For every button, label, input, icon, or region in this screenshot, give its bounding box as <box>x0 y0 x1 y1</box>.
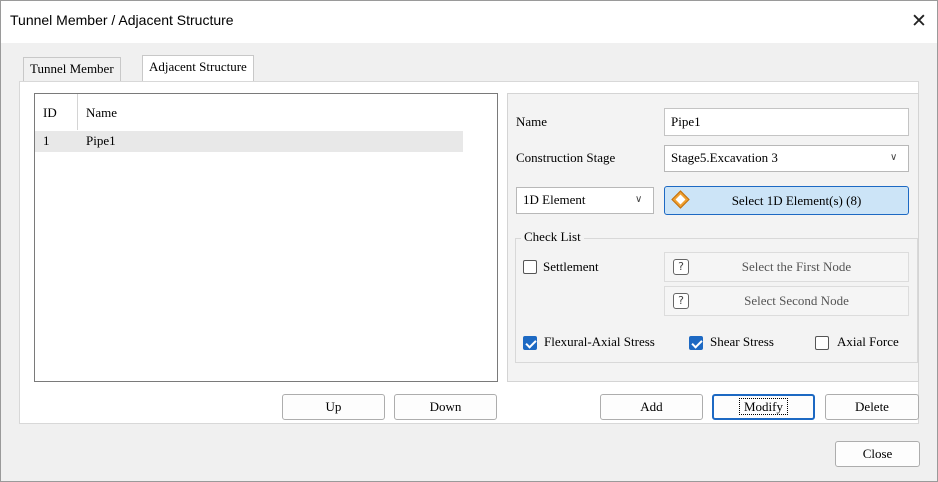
delete-button[interactable]: Delete <box>825 394 919 420</box>
shear-stress-label[interactable]: Shear Stress <box>710 334 774 350</box>
axial-force-checkbox[interactable] <box>815 336 829 350</box>
axial-force-label[interactable]: Axial Force <box>837 334 899 350</box>
select-second-node-button[interactable]: ? Select Second Node <box>664 286 909 316</box>
column-divider <box>77 94 78 130</box>
question-icon: ? <box>673 293 689 309</box>
element-type-value: 1D Element <box>523 192 586 207</box>
select-first-node-label: Select the First Node <box>741 259 852 274</box>
check-list-legend: Check List <box>521 229 584 245</box>
question-icon: ? <box>673 259 689 275</box>
settlement-label[interactable]: Settlement <box>543 259 599 275</box>
chevron-down-icon: ∨ <box>635 194 643 205</box>
column-header-name[interactable]: Name <box>86 105 117 121</box>
add-button[interactable]: Add <box>600 394 703 420</box>
table-row[interactable]: 1 Pipe1 <box>35 131 463 152</box>
settlement-checkbox[interactable] <box>523 260 537 274</box>
name-label: Name <box>516 114 548 129</box>
chevron-down-icon: ∨ <box>890 152 898 163</box>
close-button[interactable]: Close <box>835 441 920 467</box>
shear-stress-checkbox[interactable] <box>689 336 703 350</box>
window-title: Tunnel Member / Adjacent Structure <box>10 12 234 28</box>
element-type-select[interactable]: 1D Element ∨ <box>516 187 654 214</box>
down-button[interactable]: Down <box>394 394 497 420</box>
column-header-id[interactable]: ID <box>43 105 57 121</box>
select-first-node-button[interactable]: ? Select the First Node <box>664 252 909 282</box>
construction-stage-select[interactable]: Stage5.Excavation 3 ∨ <box>664 145 909 172</box>
construction-stage-label: Construction Stage <box>516 150 616 165</box>
construction-stage-value: Stage5.Excavation 3 <box>671 150 778 165</box>
tab-adjacent-structure[interactable]: Adjacent Structure <box>142 55 254 81</box>
select-1d-elements-button[interactable]: Select 1D Element(s) (8) <box>664 186 909 215</box>
select-1d-elements-label: Select 1D Element(s) (8) <box>731 193 862 208</box>
row-id: 1 <box>43 133 50 148</box>
close-icon[interactable]: ✕ <box>904 6 934 36</box>
flexural-axial-stress-checkbox[interactable] <box>523 336 537 350</box>
row-name: Pipe1 <box>86 133 116 148</box>
up-button[interactable]: Up <box>282 394 385 420</box>
tab-tunnel-member[interactable]: Tunnel Member <box>23 57 121 81</box>
modify-button[interactable]: Modify <box>712 394 815 420</box>
select-second-node-label: Select Second Node <box>744 293 849 308</box>
structure-list[interactable]: ID Name 1 Pipe1 <box>34 93 498 382</box>
modify-label: Modify <box>739 398 788 415</box>
name-input[interactable]: Pipe1 <box>664 108 909 136</box>
flexural-axial-stress-label[interactable]: Flexural-Axial Stress <box>544 334 655 350</box>
